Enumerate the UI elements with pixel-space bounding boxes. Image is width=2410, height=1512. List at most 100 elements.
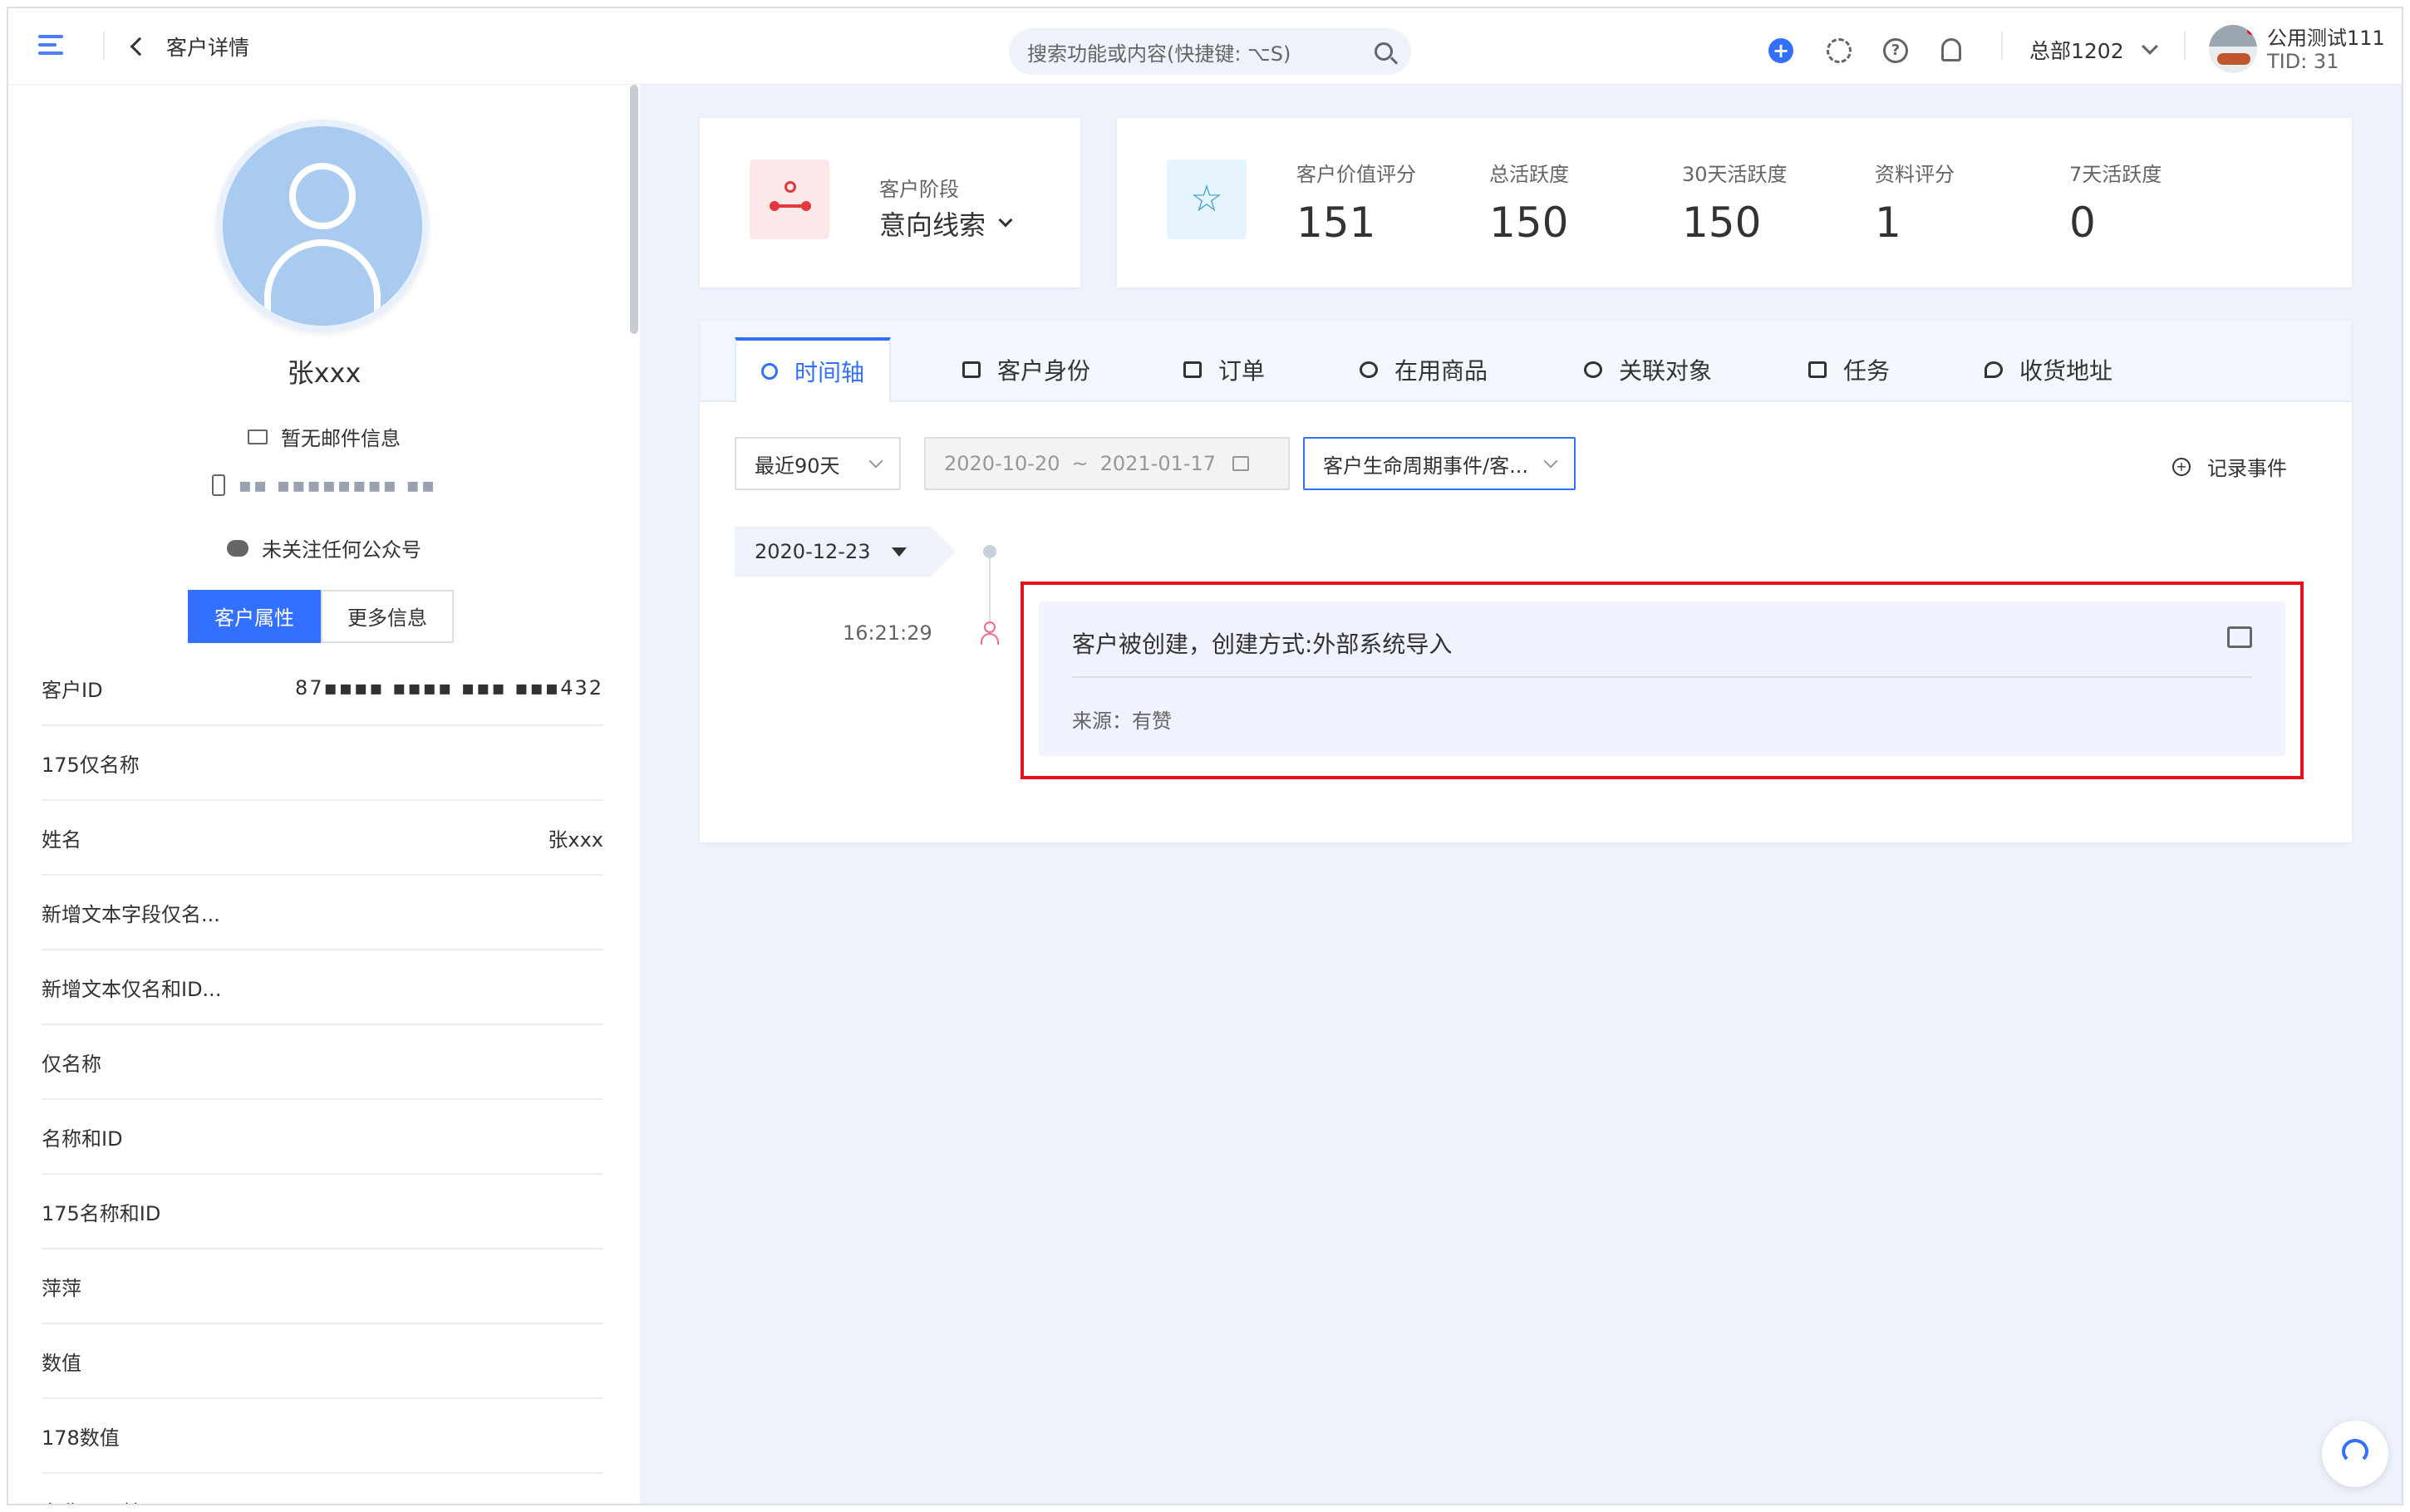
user-info[interactable]: 公用测试111 TID: 31	[2267, 27, 2385, 73]
customer-avatar	[216, 120, 429, 332]
chevron-left-icon	[130, 37, 150, 56]
store-selector[interactable]: 总部1202	[2029, 32, 2158, 68]
stat-total-activity: 总活跃度 150	[1489, 158, 1569, 247]
plus-circle-icon: +	[2172, 457, 2191, 476]
headset-icon	[2342, 1439, 2368, 1464]
stage-label: 客户阶段	[879, 178, 959, 201]
attribute-label: 175仅名称	[42, 753, 140, 777]
tab-label: 在用商品	[1394, 357, 1488, 385]
divider	[2184, 32, 2186, 60]
attribute-row: 名称和ID	[42, 1100, 603, 1175]
attribute-row: 姓名 张xxx	[42, 801, 603, 876]
avatar[interactable]	[2209, 25, 2257, 73]
range-select[interactable]: 最近90天	[735, 437, 901, 490]
add-icon[interactable]: +	[1768, 38, 1793, 63]
gear-icon[interactable]	[1827, 38, 1852, 63]
timeline-dot	[983, 545, 996, 558]
tab-orders[interactable]: 订单	[1158, 337, 1290, 402]
attribute-row: 新增文本仅名和ID...	[42, 950, 603, 1025]
customer-stats-card: ☆ 客户价值评分 151 总活跃度 150 30天活跃度 150 资料评分 1 …	[1117, 118, 2352, 287]
attribute-label: 新增文本仅名和ID...	[42, 977, 222, 1001]
email-info: 暂无邮件信息	[8, 422, 640, 451]
product-icon	[1360, 361, 1378, 378]
profile-tab-switch: 客户属性 更多信息	[188, 590, 454, 643]
attribute-row: 客户ID 87▪▪▪▪ ▪▪▪▪ ▪▪▪ ▪▪▪432	[42, 651, 603, 726]
back-button[interactable]: 客户详情	[130, 28, 250, 65]
tab-identity[interactable]: 客户身份	[937, 337, 1115, 402]
timeline-line	[989, 550, 991, 625]
user-tid: TID: 31	[2267, 50, 2339, 73]
attribute-row: 175名称和ID	[42, 1175, 603, 1249]
search-input[interactable]: 搜索功能或内容(快捷键: ⌥S)	[1009, 28, 1411, 75]
date-separator: ~	[1071, 452, 1089, 475]
customer-profile-panel: 张xxx 暂无邮件信息 ▪▪ ▪▪▪▪▪▪▪▪ ▪▪ 未关注任何公众号 客户属性…	[8, 85, 640, 1504]
scrollbar[interactable]	[630, 85, 638, 334]
customer-service-button[interactable]	[2322, 1421, 2388, 1487]
menu-icon[interactable]	[38, 33, 71, 58]
date-start: 2020-10-20	[944, 452, 1060, 475]
timeline-event-card[interactable]: 客户被创建，创建方式:外部系统导入 来源：有赞	[1039, 601, 2285, 756]
event-type-select[interactable]: 客户生命周期事件/客...	[1303, 437, 1576, 490]
attribute-row: 178数值	[42, 1399, 603, 1474]
id-card-icon	[962, 361, 981, 378]
highlight-box: 客户被创建，创建方式:外部系统导入 来源：有赞	[1021, 582, 2304, 779]
event-detail-icon[interactable]	[2227, 626, 2252, 648]
person-icon	[979, 621, 1001, 645]
stat-label: 客户价值评分	[1296, 163, 1416, 186]
star-icon: ☆	[1167, 160, 1247, 239]
attribute-list: 客户ID 87▪▪▪▪ ▪▪▪▪ ▪▪▪ ▪▪▪432 175仅名称 姓名 张xxx…	[42, 651, 603, 1504]
stat-label: 资料评分	[1875, 163, 1955, 186]
timeline-date-toggle[interactable]: 2020-12-23	[735, 527, 956, 577]
chevron-down-icon	[1543, 454, 1558, 469]
calendar-icon	[1232, 456, 1250, 471]
tab-label: 订单	[1218, 357, 1266, 385]
customer-name: 张xxx	[287, 357, 362, 389]
search-icon[interactable]	[1375, 42, 1393, 61]
tab-more-info[interactable]: 更多信息	[321, 590, 454, 643]
stage-dropdown[interactable]: 意向线索	[879, 204, 1013, 243]
stat-profile-score: 资料评分 1	[1875, 158, 1955, 247]
tab-related-objects[interactable]: 关联对象	[1559, 337, 1737, 402]
tab-label: 关联对象	[1619, 357, 1713, 385]
attribute-row: 名称ID属性 rewar	[42, 1474, 603, 1504]
caret-down-icon	[892, 547, 907, 557]
help-icon[interactable]: ?	[1883, 38, 1908, 63]
record-event-label: 记录事件	[2207, 457, 2287, 480]
attribute-row: 萍萍	[42, 1249, 603, 1324]
range-value: 最近90天	[755, 454, 840, 478]
link-icon	[1584, 361, 1602, 378]
stat-label: 7天活跃度	[2069, 163, 2162, 186]
wechat-icon	[227, 539, 248, 557]
attribute-label: 名称和ID	[42, 1127, 123, 1151]
date-range-picker[interactable]: 2020-10-20 ~ 2021-01-17	[924, 437, 1290, 490]
record-event-button[interactable]: + 记录事件	[2172, 452, 2287, 481]
stat-label: 30天活跃度	[1682, 163, 1788, 186]
stat-number: 150	[1489, 199, 1569, 247]
stat-number: 151	[1296, 199, 1376, 247]
attribute-value: 87▪▪▪▪ ▪▪▪▪ ▪▪▪ ▪▪▪432	[295, 676, 603, 700]
phone-icon	[211, 474, 225, 496]
tab-tasks[interactable]: 任务	[1783, 337, 1915, 402]
attribute-row: 仅名称	[42, 1025, 603, 1100]
bell-icon[interactable]	[1941, 38, 1961, 61]
tab-products-in-use[interactable]: 在用商品	[1335, 337, 1512, 402]
attribute-value: 张xxx	[548, 827, 603, 852]
share-icon	[761, 363, 778, 380]
wechat-text: 未关注任何公众号	[262, 538, 421, 562]
tab-customer-attributes[interactable]: 客户属性	[188, 590, 321, 643]
stat-number: 150	[1682, 199, 1762, 247]
attribute-label: 仅名称	[42, 1052, 101, 1076]
tab-address[interactable]: 收货地址	[1960, 337, 2137, 402]
tab-label: 客户身份	[997, 357, 1091, 385]
tab-timeline[interactable]: 时间轴	[735, 337, 892, 402]
event-title: 客户被创建，创建方式:外部系统导入	[1072, 631, 1453, 658]
cart-icon	[1183, 361, 1202, 378]
tab-label: 收货地址	[2019, 357, 2113, 385]
page-title: 客户详情	[166, 36, 250, 60]
location-icon	[1985, 361, 2003, 378]
top-bar: 客户详情 搜索功能或内容(快捷键: ⌥S) + ? 总部1202 公用测试111…	[8, 8, 2402, 85]
email-text: 暂无邮件信息	[281, 427, 401, 450]
stat-number: 1	[1875, 199, 1901, 247]
attribute-label: 萍萍	[42, 1276, 81, 1300]
event-source: 来源：有赞	[1072, 709, 1172, 733]
